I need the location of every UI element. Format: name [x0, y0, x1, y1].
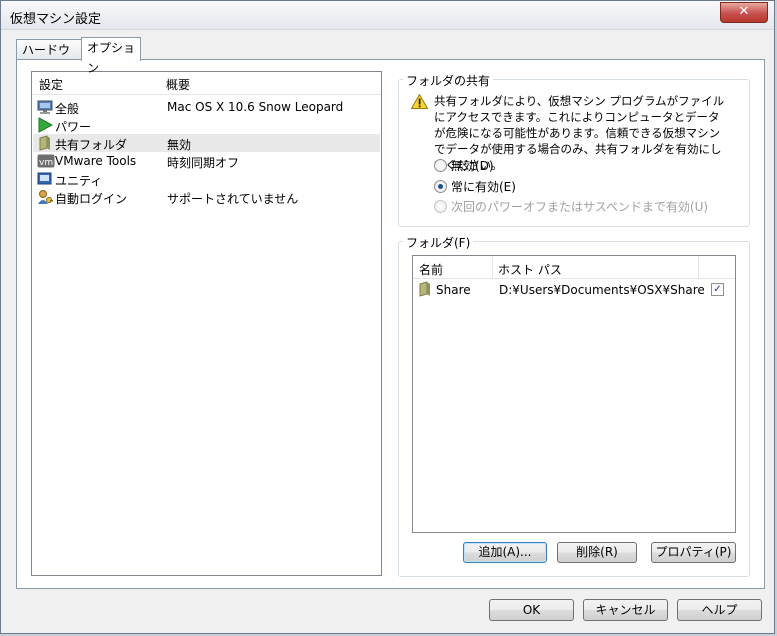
folder-row[interactable]: Share D:¥Users¥Documents¥OSX¥Share ✓	[414, 279, 734, 299]
autologin-icon	[37, 189, 53, 205]
folders-legend: フォルダ(F)	[403, 234, 474, 251]
add-folder-button[interactable]: 追加(A)...	[463, 542, 547, 563]
settings-item-unity[interactable]: ユニティ	[33, 170, 380, 188]
power-play-icon	[37, 117, 53, 133]
radio-button[interactable]	[434, 159, 447, 172]
settings-item-label: VMware Tools	[55, 154, 137, 168]
column-name[interactable]: 名前	[419, 261, 443, 278]
folder-host-path: D:¥Users¥Documents¥OSX¥Share	[499, 283, 705, 297]
tab-options[interactable]: オプション	[81, 37, 141, 75]
column-host-path[interactable]: ホスト パス	[498, 261, 562, 278]
folders-list-header: 名前 ホスト パス	[413, 256, 735, 279]
radio-label: 常に有効(E)	[451, 180, 516, 194]
settings-item-summary: Mac OS X 10.6 Snow Leopard	[167, 100, 344, 114]
settings-item-autologin[interactable]: 自動ログイン サポートされていません	[33, 188, 380, 206]
close-button[interactable]: ✕	[720, 2, 768, 23]
radio-until-poweroff: 次回のパワーオフまたはサスペンドまで有効(U)	[434, 198, 708, 214]
radio-button	[434, 200, 447, 213]
settings-item-power[interactable]: パワー	[33, 116, 380, 134]
settings-item-label: ユニティ	[55, 174, 103, 188]
window-title: 仮想マシン設定	[10, 12, 102, 27]
remove-folder-button[interactable]: 削除(R)	[557, 542, 637, 563]
settings-item-label: 全般	[55, 102, 80, 116]
settings-item-summary: 時刻同期オフ	[167, 156, 240, 170]
svg-text:vm: vm	[39, 158, 53, 168]
column-divider	[698, 256, 699, 278]
column-divider	[492, 256, 493, 278]
folder-enabled-checkbox[interactable]: ✓	[711, 283, 724, 296]
folder-properties-button[interactable]: プロパティ(P)	[651, 542, 736, 563]
radio-disabled[interactable]: 無効(D)	[434, 157, 494, 173]
unity-icon	[37, 171, 53, 187]
column-setting[interactable]: 設定	[39, 76, 63, 93]
column-summary[interactable]: 概要	[166, 76, 190, 93]
settings-item-summary: サポートされていません	[167, 192, 299, 206]
settings-item-label: 自動ログイン	[55, 192, 128, 206]
folders-group: フォルダ(F) 名前 ホスト パス Share D:¥Users¥Documen…	[398, 234, 750, 577]
options-tab-panel: 設定 概要 全般 Mac OS X 10.6 Snow Leopard パワー	[16, 59, 765, 589]
folder-name: Share	[436, 283, 471, 297]
radio-button-selected[interactable]	[434, 180, 447, 193]
vm-settings-window: 仮想マシン設定 ✕ ハードウェア オプション 設定 概要 全般 Mac OS X…	[0, 0, 775, 634]
folder-sharing-group: フォルダの共有 共有フォルダにより、仮想マシン プログラムがファイルにアクセスで…	[398, 72, 750, 227]
settings-item-summary: 無効	[167, 138, 192, 152]
radio-always-enabled[interactable]: 常に有効(E)	[434, 178, 516, 194]
help-button[interactable]: ヘルプ	[677, 599, 762, 621]
radio-label: 次回のパワーオフまたはサスペンドまで有効(U)	[451, 200, 709, 214]
settings-item-label: 共有フォルダ	[55, 138, 128, 152]
folder-sharing-legend: フォルダの共有	[403, 72, 494, 89]
tab-hardware[interactable]: ハードウェア	[16, 39, 82, 77]
settings-list[interactable]: 設定 概要 全般 Mac OS X 10.6 Snow Leopard パワー	[31, 71, 382, 576]
settings-item-label: パワー	[55, 120, 92, 134]
ok-button[interactable]: OK	[489, 599, 574, 621]
folder-icon	[419, 281, 433, 297]
shared-folders-list[interactable]: 名前 ホスト パス Share D:¥Users¥Documents¥OSX¥S…	[412, 255, 736, 533]
cancel-button[interactable]: キャンセル	[583, 599, 668, 621]
shared-folder-icon	[37, 135, 53, 151]
title-bar: 仮想マシン設定 ✕	[1, 1, 774, 30]
monitor-icon	[37, 99, 53, 115]
vmware-tools-icon: vm	[37, 153, 55, 169]
warning-icon	[411, 94, 428, 109]
settings-list-header: 設定 概要	[32, 72, 381, 95]
settings-item-general[interactable]: 全般 Mac OS X 10.6 Snow Leopard	[33, 98, 380, 116]
settings-item-vmware-tools[interactable]: vm VMware Tools 時刻同期オフ	[33, 152, 380, 170]
radio-label: 無効(D)	[451, 159, 494, 173]
settings-item-shared-folders[interactable]: 共有フォルダ 無効	[33, 134, 380, 152]
